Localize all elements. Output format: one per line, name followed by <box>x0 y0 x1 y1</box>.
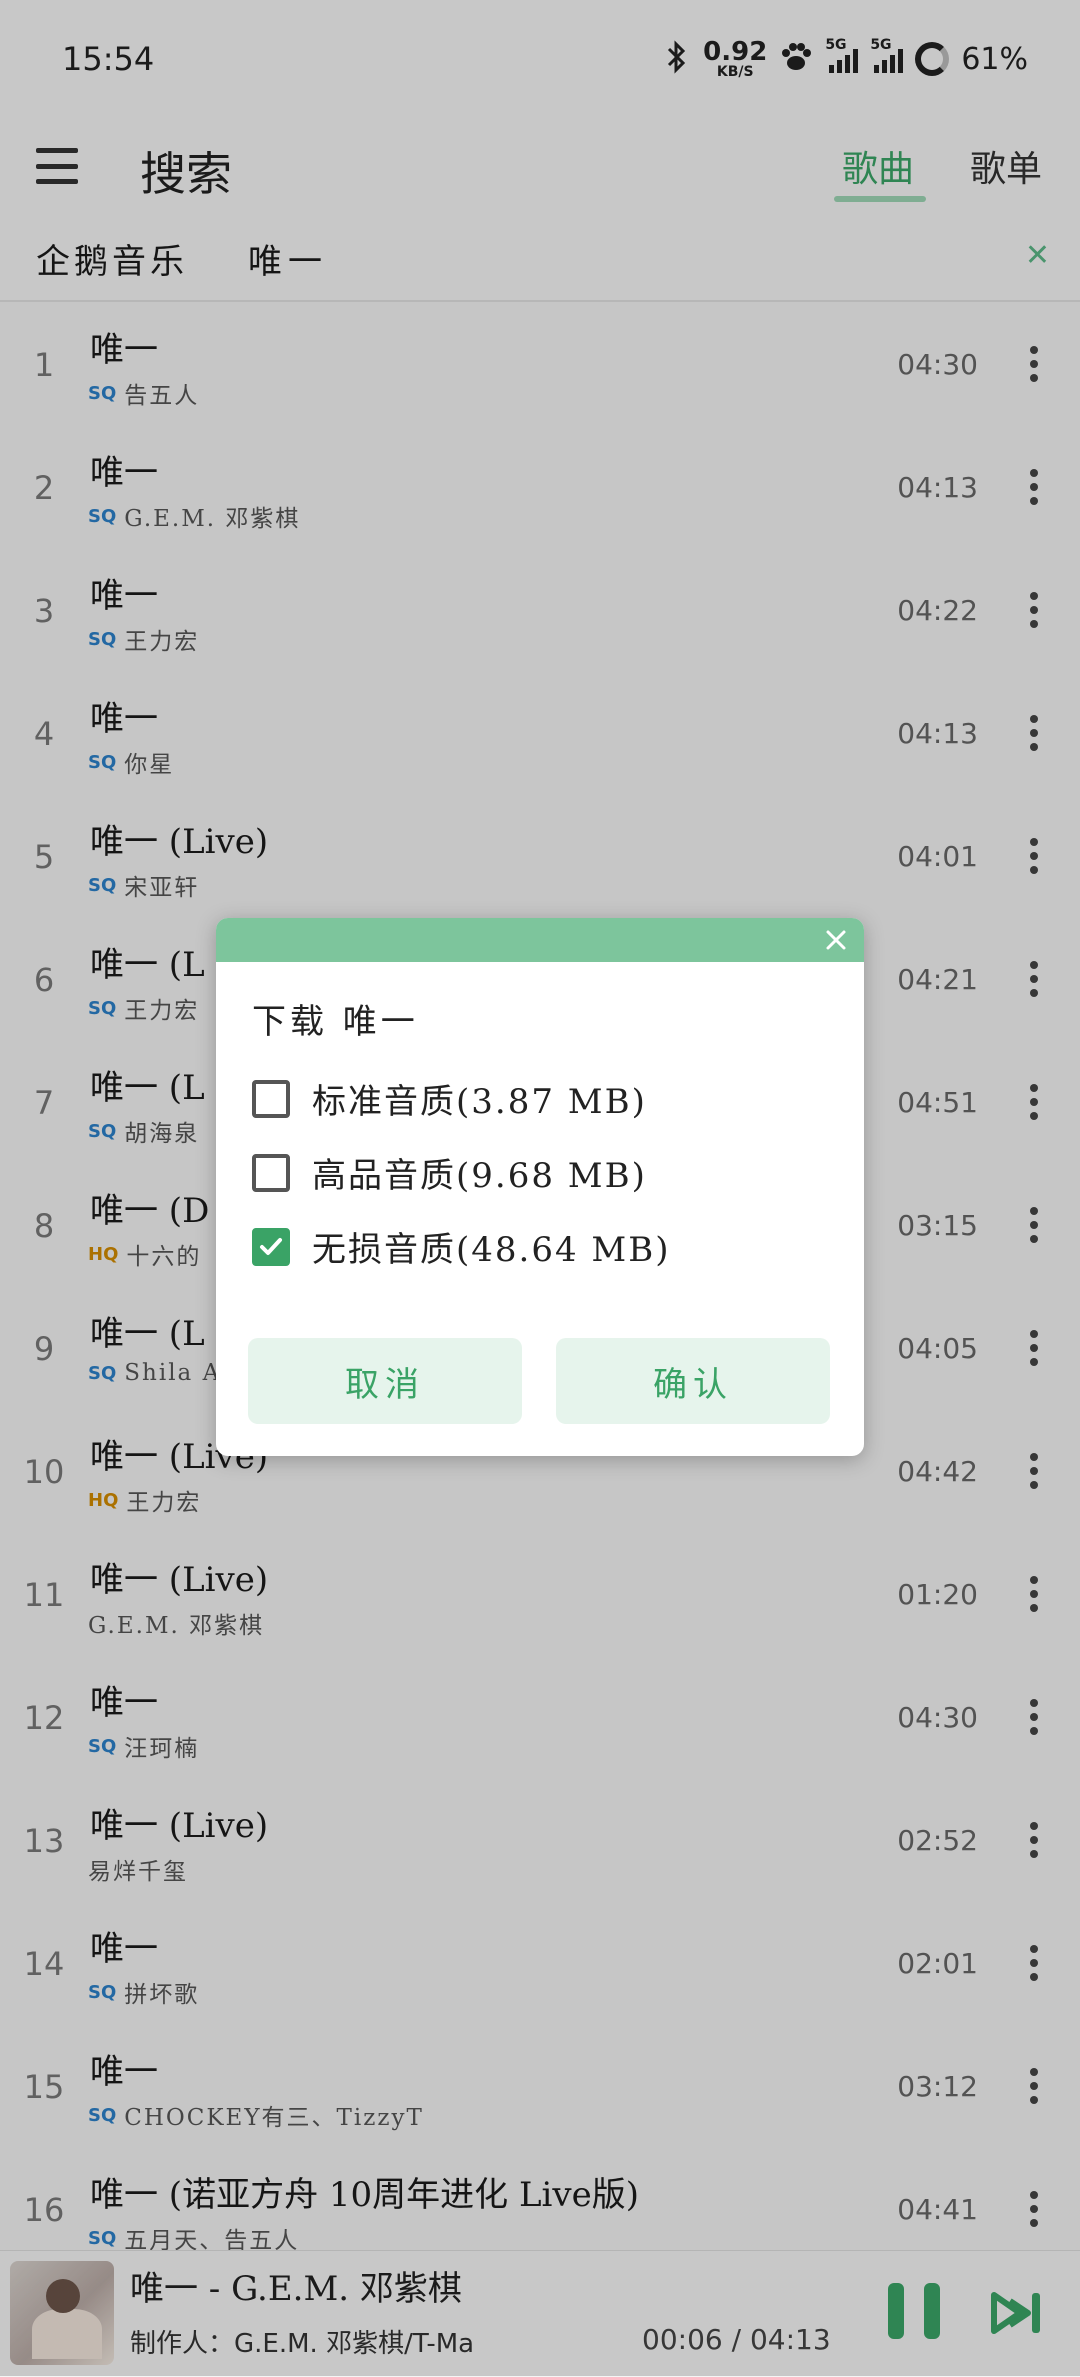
quality-option-high[interactable]: 高品音质(9.68 MB) <box>252 1148 647 1197</box>
quality-option-lossless[interactable]: 无损音质(48.64 MB) <box>252 1222 670 1271</box>
checkbox-lossless[interactable] <box>252 1227 290 1266</box>
dialog-header <box>216 918 864 962</box>
confirm-button[interactable]: 确认 <box>556 1338 830 1424</box>
download-dialog: 下载 唯一 标准音质(3.87 MB) 高品音质(9.68 MB) 无损音质(4… <box>216 918 864 1456</box>
quality-label-lossless: 无损音质(48.64 MB) <box>312 1230 671 1270</box>
quality-label-high: 高品音质(9.68 MB) <box>312 1156 647 1196</box>
dialog-title: 下载 唯一 <box>252 1002 419 1042</box>
checkmark-icon <box>260 1237 282 1255</box>
quality-option-standard[interactable]: 标准音质(3.87 MB) <box>252 1074 647 1123</box>
dialog-close-icon[interactable] <box>816 918 856 962</box>
quality-label-standard: 标准音质(3.87 MB) <box>312 1082 647 1122</box>
checkbox-standard[interactable] <box>252 1079 290 1118</box>
cancel-button[interactable]: 取消 <box>248 1338 522 1424</box>
checkbox-high[interactable] <box>252 1153 290 1192</box>
